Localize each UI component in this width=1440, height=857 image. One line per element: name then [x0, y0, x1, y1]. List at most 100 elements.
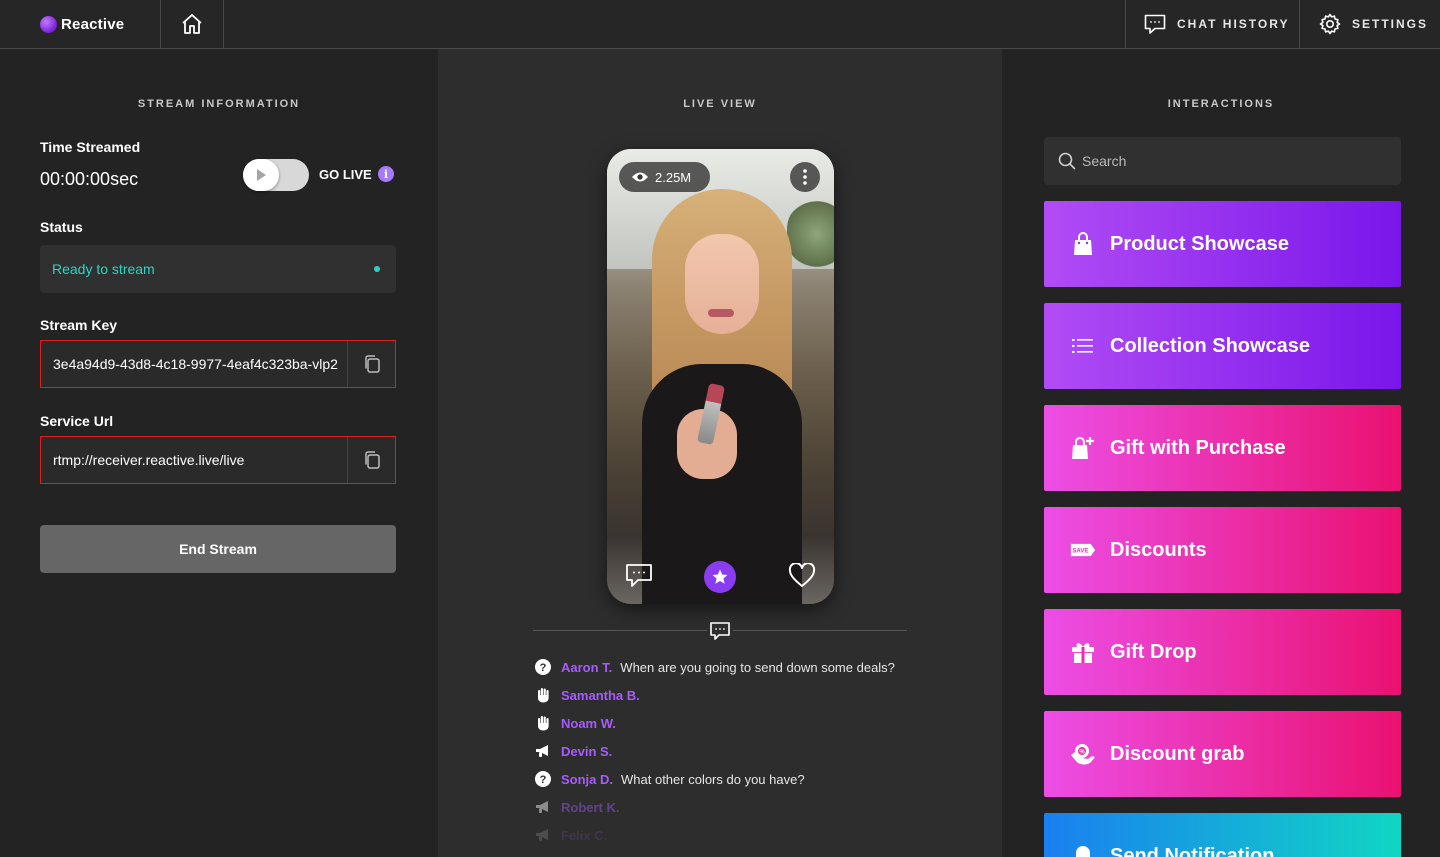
viewer-count-badge: 2.25M [619, 162, 710, 192]
save-tag-icon: SAVE [1070, 537, 1096, 563]
chat-author: Felix C. [561, 827, 608, 843]
megaphone-icon [534, 798, 552, 816]
chat-item: Devin S. [534, 737, 934, 765]
copy-icon [364, 451, 380, 469]
viewer-count: 2.25M [655, 169, 692, 185]
status-box: Ready to stream [40, 245, 396, 293]
top-bar: Reactive CHAT HISTORY SETTINGS [0, 0, 1440, 49]
action-label: Collection Showcase [1110, 334, 1311, 357]
video-subject-lips [708, 309, 734, 317]
stream-information-title: STREAM INFORMATION [137, 98, 301, 110]
brand-name: Reactive [61, 15, 125, 33]
service-url-input[interactable] [41, 437, 348, 483]
more-vertical-icon [803, 169, 807, 185]
info-icon[interactable]: i [378, 166, 394, 182]
video-like-button[interactable] [788, 562, 816, 594]
video-plant [787, 199, 834, 269]
chat-history-label: CHAT HISTORY [1177, 17, 1290, 31]
chat-feed: ? Aaron T. When are you going to send do… [534, 653, 934, 849]
chat-author: Devin S. [561, 743, 613, 759]
interactions-panel: INTERACTIONS Product Showcase Collection… [1002, 49, 1440, 857]
question-icon: ? [534, 658, 552, 676]
service-url-field [40, 436, 396, 484]
live-view-title: LIVE VIEW [683, 98, 757, 110]
status-value: Ready to stream [52, 261, 155, 277]
stream-key-label: Stream Key [40, 317, 118, 333]
video-star-button[interactable] [704, 561, 736, 593]
brand[interactable]: Reactive [0, 0, 161, 48]
discount-hand-icon: % [1070, 741, 1096, 767]
search-input[interactable] [1082, 153, 1382, 169]
chat-message: When are you going to send down some dea… [620, 659, 895, 675]
heart-icon [788, 562, 816, 587]
bell-icon [1070, 843, 1096, 857]
video-controls [607, 554, 834, 604]
home-icon [182, 14, 202, 34]
shopping-bag-icon [1070, 231, 1096, 257]
time-streamed-value: 00:00:00sec [40, 169, 139, 189]
stream-information-panel: STREAM INFORMATION Time Streamed 00:00:0… [0, 49, 438, 857]
send-notification-button[interactable]: Send Notification [1044, 813, 1401, 857]
product-showcase-button[interactable]: Product Showcase [1044, 201, 1401, 287]
megaphone-icon [534, 826, 552, 844]
action-label: Gift Drop [1110, 640, 1197, 663]
chat-item: Noam W. [534, 709, 934, 737]
live-view-panel: LIVE VIEW 2.25M ? Aaron T. When are you … [438, 49, 1002, 857]
copy-stream-key-button[interactable] [347, 341, 395, 387]
end-stream-button[interactable]: End Stream [40, 525, 396, 573]
svg-text:?: ? [540, 774, 547, 786]
status-label: Status [40, 219, 83, 235]
video-chat-button[interactable] [625, 563, 653, 594]
eye-icon [632, 172, 648, 182]
search-box [1044, 137, 1401, 185]
collection-showcase-button[interactable]: Collection Showcase [1044, 303, 1401, 389]
stream-key-input[interactable] [41, 341, 348, 387]
chat-item: ? Sonja D. What other colors do you have… [534, 765, 934, 793]
action-label: Discounts [1110, 538, 1207, 561]
chat-bubble-icon [710, 622, 730, 640]
time-streamed-label: Time Streamed [40, 139, 141, 155]
copy-icon [364, 355, 380, 373]
megaphone-icon [534, 742, 552, 760]
chat-item: Samantha B. [534, 681, 934, 709]
search-icon [1058, 152, 1076, 170]
chat-history-button[interactable]: CHAT HISTORY [1125, 0, 1299, 48]
chat-divider-icon [707, 621, 733, 641]
discount-grab-button[interactable]: % Discount grab [1044, 711, 1401, 797]
chat-item: Felix C. [534, 821, 934, 849]
gear-icon [1319, 13, 1341, 35]
reactive-logo-icon [40, 15, 57, 33]
video-subject-face [685, 234, 759, 334]
go-live-toggle[interactable] [243, 159, 309, 191]
star-icon [712, 569, 728, 584]
interactions-title: INTERACTIONS [1167, 98, 1275, 110]
more-options-button[interactable] [790, 162, 820, 192]
copy-service-url-button[interactable] [347, 437, 395, 483]
toggle-knob [243, 159, 279, 191]
chat-bubble-icon [1144, 14, 1166, 34]
chat-author: Robert K. [561, 799, 620, 815]
hand-icon [534, 714, 552, 732]
discounts-button[interactable]: SAVE Discounts [1044, 507, 1401, 593]
settings-label: SETTINGS [1352, 17, 1429, 31]
service-url-label: Service Url [40, 413, 114, 429]
chat-item: ? Aaron T. When are you going to send do… [534, 653, 934, 681]
chat-author: Noam W. [561, 715, 616, 731]
action-label: Send Notification [1110, 844, 1275, 857]
chat-message: What other colors do you have? [621, 771, 805, 787]
chat-author: Samantha B. [561, 687, 640, 703]
chat-bubble-icon [626, 564, 652, 587]
play-icon [257, 169, 266, 181]
svg-text:%: % [1079, 750, 1085, 756]
action-label: Product Showcase [1110, 232, 1289, 255]
list-icon [1070, 333, 1096, 359]
question-icon: ? [534, 770, 552, 788]
action-label: Gift with Purchase [1110, 436, 1286, 459]
go-live-label: GO LIVE [319, 167, 372, 182]
home-button[interactable] [161, 0, 224, 48]
gift-drop-button[interactable]: Gift Drop [1044, 609, 1401, 695]
gift-bag-icon [1070, 435, 1096, 461]
gift-with-purchase-button[interactable]: Gift with Purchase [1044, 405, 1401, 491]
svg-text:SAVE: SAVE [1072, 549, 1088, 555]
settings-button[interactable]: SETTINGS [1299, 0, 1440, 48]
